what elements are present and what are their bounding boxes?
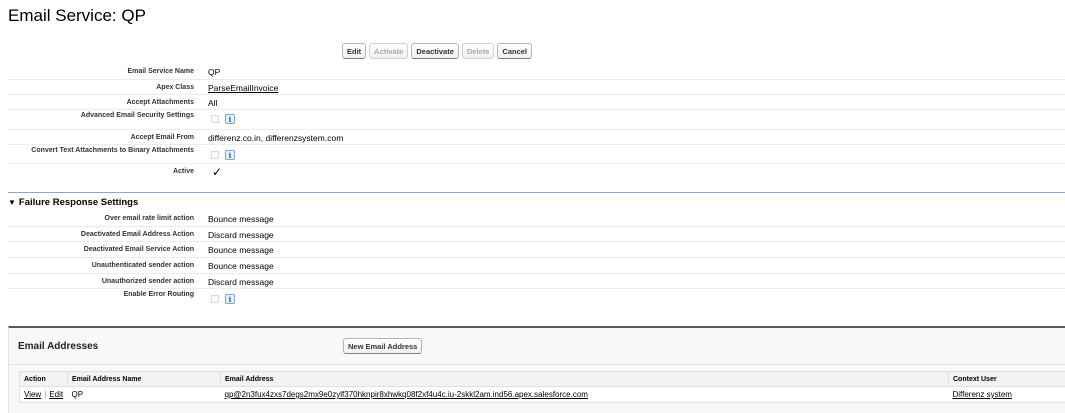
- field-value: Discard message: [208, 277, 274, 287]
- info-icon[interactable]: i: [225, 113, 235, 124]
- field-label: Active: [172, 168, 194, 175]
- context-user-cell: Differenz system: [948, 386, 1065, 403]
- failure-row: Enable Error Routing i: [8, 289, 1065, 307]
- detail-row-accept-email-from: Accept Email From differenz.co.in, diffe…: [8, 130, 1065, 145]
- field-value: QP: [208, 67, 221, 77]
- info-icon[interactable]: i: [225, 149, 235, 160]
- field-label: Deactivated Email Service Action: [83, 246, 194, 253]
- failure-row: Deactivated Email Service Action Bounce …: [8, 242, 1065, 258]
- checkbox-unchecked: [211, 114, 219, 123]
- field-value: ✓: [194, 164, 222, 179]
- email-address-name-cell: QP: [67, 386, 221, 403]
- edit-link[interactable]: Edit: [49, 390, 63, 399]
- new-email-address-button[interactable]: New Email Address: [343, 338, 423, 354]
- detail-row-convert-text: Convert Text Attachments to Binary Attac…: [8, 145, 1065, 164]
- field-value: differenz.co.in, differenzsystem.com: [208, 133, 344, 143]
- action-cell: View | Edit: [19, 386, 68, 403]
- field-value: i: [194, 289, 235, 304]
- failure-section: Over email rate limit action Bounce mess…: [8, 211, 1065, 307]
- info-icon[interactable]: i: [225, 293, 235, 304]
- context-user-link[interactable]: Differenz system: [953, 390, 1012, 399]
- email-address-link[interactable]: qp@2n3fux4zxs7degs2mx9e0zylf370hknpir8xh…: [225, 390, 588, 399]
- delete-button[interactable]: Delete: [461, 43, 495, 59]
- cancel-button[interactable]: Cancel: [497, 43, 533, 59]
- field-value: Discard message: [208, 230, 274, 240]
- apex-class-link[interactable]: ParseEmailInvoice: [208, 83, 278, 93]
- section-title: Failure Response Settings: [18, 197, 139, 208]
- field-label: Enable Error Routing: [123, 291, 194, 298]
- failure-row: Deactivated Email Address Action Discard…: [8, 227, 1065, 242]
- page-title: Email Service: QP: [8, 6, 146, 25]
- field-label: Convert Text Attachments to Binary Attac…: [31, 147, 194, 154]
- email-address-cell: qp@2n3fux4zxs7degs2mx9e0zylf370hknpir8xh…: [220, 386, 949, 403]
- field-value: ParseEmailInvoice: [194, 80, 278, 93]
- field-value: All: [208, 98, 218, 108]
- table-row: View | Edit QP qp@2n3fux4zxs7degs2mx9e0zyl…: [19, 386, 1065, 403]
- detail-row-accept-attachments: Accept Attachments All: [8, 95, 1065, 110]
- detail-row-service-name: Email Service Name QP: [8, 64, 1065, 80]
- column-header: Action: [19, 371, 68, 387]
- field-label: Accept Email From: [130, 134, 194, 141]
- field-value: Bounce message: [208, 261, 274, 271]
- field-label: Apex Class: [156, 84, 194, 91]
- separator: |: [44, 390, 47, 399]
- related-list-title: Email Addresses: [18, 341, 99, 352]
- edit-button[interactable]: Edit: [342, 43, 367, 59]
- failure-row: Over email rate limit action Bounce mess…: [8, 211, 1065, 227]
- checkbox-unchecked: [211, 294, 219, 303]
- field-label: Advanced Email Security Settings: [80, 112, 194, 119]
- failure-section-header[interactable]: ▼ Failure Response Settings: [8, 192, 1065, 208]
- field-label: Unauthenticated sender action: [91, 262, 194, 269]
- field-label: Email Service Name: [127, 68, 194, 75]
- email-addresses-related-list: Email Addresses New Email Address Action…: [8, 326, 1065, 413]
- failure-row: Unauthorized sender action Discard messa…: [8, 274, 1065, 289]
- table-header-row: Action Email Address Name Email Address …: [19, 371, 1065, 387]
- deactivate-button[interactable]: Deactivate: [411, 43, 459, 59]
- triangle-down-icon[interactable]: ▼: [8, 198, 16, 207]
- field-label: Over email rate limit action: [104, 215, 194, 222]
- detail-row-apex-class: Apex Class ParseEmailInvoice: [8, 80, 1065, 95]
- field-label: Accept Attachments: [126, 99, 194, 106]
- divider: [9, 364, 1065, 365]
- failure-row: Unauthenticated sender action Bounce mes…: [8, 258, 1065, 274]
- field-value: i: [194, 110, 235, 124]
- checkbox-unchecked: [211, 150, 219, 159]
- activate-button[interactable]: Activate: [369, 43, 409, 59]
- checkmark-icon: ✓: [212, 165, 223, 179]
- top-button-bar: Edit Activate Deactivate Delete Cancel: [342, 43, 533, 59]
- field-value: Bounce message: [208, 214, 274, 224]
- column-header: Email Address: [220, 371, 949, 387]
- detail-section: Email Service Name QP Apex Class ParseEm…: [8, 64, 1065, 184]
- field-value: Bounce message: [208, 245, 274, 255]
- detail-row-advanced-security: Advanced Email Security Settings i: [8, 110, 1065, 130]
- field-label: Deactivated Email Address Action: [80, 231, 194, 238]
- column-header: Email Address Name: [67, 371, 221, 387]
- view-link[interactable]: View: [24, 390, 41, 399]
- field-value: i: [194, 145, 235, 160]
- email-addresses-table: Action Email Address Name Email Address …: [19, 371, 1065, 403]
- detail-row-active: Active ✓: [8, 164, 1065, 184]
- column-header: Context User: [948, 371, 1065, 387]
- field-label: Unauthorized sender action: [101, 278, 194, 285]
